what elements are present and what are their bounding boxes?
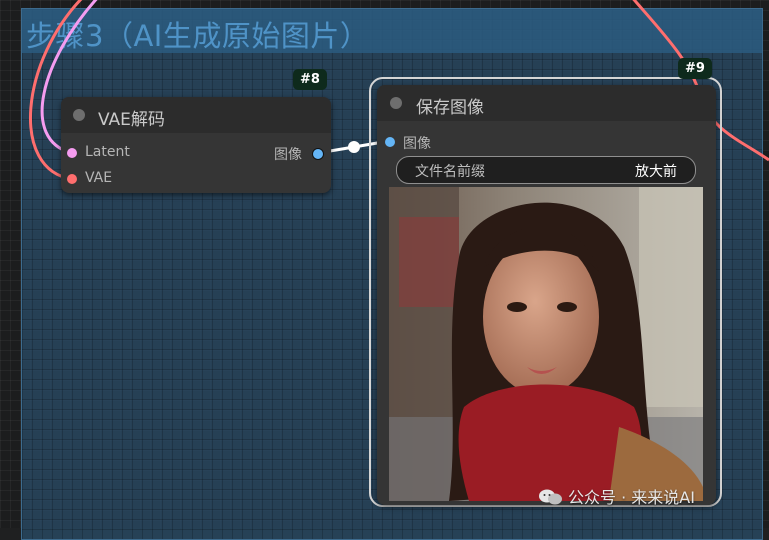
collapse-dot-icon[interactable] <box>73 109 85 121</box>
wechat-icon <box>538 488 564 510</box>
vae-decode-header[interactable]: VAE解码 <box>61 97 331 133</box>
vae-input-label: VAE <box>85 170 113 186</box>
node-id-badge-9: #9 <box>678 58 712 79</box>
link-midpoint <box>348 141 360 153</box>
latent-input-slot[interactable] <box>67 148 77 158</box>
vae-decode-title: VAE解码 <box>98 110 165 130</box>
filename-prefix-value: 放大前 <box>635 164 677 180</box>
collapse-dot-icon[interactable] <box>390 97 402 109</box>
portrait-image <box>389 187 703 501</box>
filename-prefix-widget[interactable]: 文件名前缀 放大前 <box>396 156 696 184</box>
save-image-title: 保存图像 <box>416 98 484 118</box>
output-image-preview[interactable] <box>389 187 703 501</box>
image-output-label: 图像 <box>274 147 302 163</box>
vae-decode-node[interactable]: VAE解码 Latent VAE 图像 <box>61 97 331 193</box>
node-id-badge-8: #8 <box>293 69 327 90</box>
filename-prefix-label: 文件名前缀 <box>415 164 485 180</box>
save-image-header[interactable]: 保存图像 <box>377 85 716 121</box>
image-input-label: 图像 <box>403 136 431 152</box>
watermark-text: 公众号 · 来来说AI <box>568 488 695 507</box>
latent-input-label: Latent <box>85 144 130 160</box>
watermark: 公众号 · 来来说AI <box>538 484 695 510</box>
image-output-slot[interactable] <box>312 148 324 160</box>
vae-input-slot[interactable] <box>67 174 77 184</box>
image-input-slot[interactable] <box>385 137 395 147</box>
